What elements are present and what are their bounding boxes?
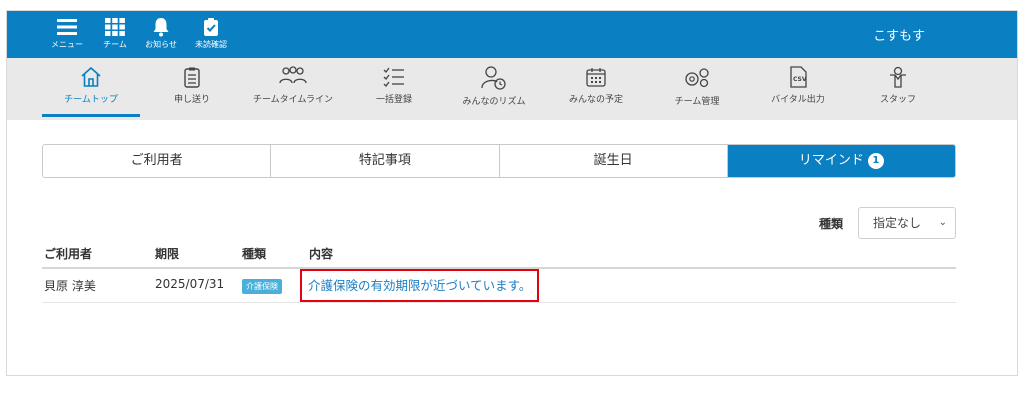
notice-button[interactable]: お知らせ bbox=[137, 15, 185, 55]
type-filter-value: 指定なし bbox=[873, 216, 922, 230]
nav-label: チーム管理 bbox=[674, 97, 720, 107]
nav-label: 申し送り bbox=[173, 95, 210, 105]
clipboard-check-icon bbox=[204, 18, 218, 36]
user-name[interactable]: こすもす bbox=[873, 25, 925, 44]
unread-button[interactable]: 未読確認 bbox=[187, 15, 235, 55]
table-header: ご利用者 期限 種類 内容 bbox=[42, 243, 956, 269]
menu-icon bbox=[57, 19, 77, 35]
nav-bulk-register[interactable]: 一括登録 bbox=[345, 58, 443, 120]
nav-team-top[interactable]: チームトップ bbox=[42, 58, 140, 120]
top-bar: メニュー チーム お知らせ 未読確認 こすもす bbox=[7, 11, 1017, 58]
clipboard-list-icon bbox=[184, 67, 200, 88]
row-user-name: 貝原 淳美 bbox=[44, 279, 96, 293]
nav-label: みんなの予定 bbox=[568, 95, 623, 105]
notice-label: お知らせ bbox=[145, 40, 177, 49]
tab-birthday[interactable]: 誕生日 bbox=[499, 145, 728, 177]
checklist-icon bbox=[383, 67, 404, 87]
column-header-deadline: 期限 bbox=[155, 247, 180, 261]
svg-text:CSV: CSV bbox=[793, 76, 807, 83]
tab-label: ご利用者 bbox=[130, 153, 183, 168]
nav-label: スタッフ bbox=[879, 95, 916, 105]
nav-everyone-schedule[interactable]: みんなの予定 bbox=[547, 58, 645, 120]
home-icon bbox=[81, 66, 101, 87]
reminder-count-badge: 1 bbox=[867, 153, 884, 169]
nav-label: 一括登録 bbox=[375, 95, 412, 105]
column-header-type: 種類 bbox=[242, 247, 267, 261]
nav-bar: チームトップ 申し送り チームタイムライン 一括登録 みんなのリズム みんなの予… bbox=[7, 58, 1017, 120]
person-clock-icon bbox=[481, 66, 506, 90]
menu-button[interactable]: メニュー bbox=[43, 15, 91, 55]
bell-icon bbox=[153, 18, 169, 37]
unread-label: 未読確認 bbox=[195, 40, 227, 49]
staff-icon bbox=[890, 66, 906, 88]
type-badge: 介護保険 bbox=[242, 279, 282, 294]
type-filter-label: 種類 bbox=[819, 217, 844, 231]
people-icon bbox=[279, 66, 307, 84]
nav-label: チームトップ bbox=[64, 95, 118, 105]
tab-label: 誕生日 bbox=[593, 153, 633, 168]
reminder-content-link[interactable]: 介護保険の有効期限が近づいています。 bbox=[300, 269, 540, 302]
column-header-user: ご利用者 bbox=[44, 247, 93, 261]
nav-everyone-rhythm[interactable]: みんなのリズム bbox=[445, 58, 543, 120]
tab-label: 特記事項 bbox=[358, 153, 411, 168]
row-deadline: 2025/07/31 bbox=[155, 277, 225, 291]
grid-icon bbox=[105, 18, 125, 36]
tab-users[interactable]: ご利用者 bbox=[43, 145, 272, 177]
content-tabs: ご利用者 特記事項 誕生日 リマインド 1 bbox=[42, 144, 956, 178]
calendar-icon bbox=[586, 68, 606, 87]
chevron-down-icon: ⌄ bbox=[938, 217, 947, 228]
reminder-table: ご利用者 期限 種類 内容 貝原 淳美 2025/07/31 介護保険 介護保険… bbox=[42, 243, 956, 303]
menu-label: メニュー bbox=[51, 40, 83, 49]
nav-label: みんなのリズム bbox=[462, 97, 526, 107]
tab-reminder[interactable]: リマインド 1 bbox=[727, 145, 955, 177]
nav-team-management[interactable]: チーム管理 bbox=[648, 58, 746, 120]
tab-label: リマインド bbox=[798, 153, 864, 168]
nav-handover[interactable]: 申し送り bbox=[143, 58, 241, 120]
type-filter-select[interactable]: 指定なし ⌄ bbox=[858, 207, 956, 239]
nav-label: チームタイムライン bbox=[252, 95, 334, 105]
nav-vital-export[interactable]: CSV バイタル出力 bbox=[749, 58, 847, 120]
nav-staff[interactable]: スタッフ bbox=[849, 58, 947, 120]
column-header-content: 内容 bbox=[309, 247, 334, 261]
team-button[interactable]: チーム bbox=[91, 15, 139, 55]
nav-label: バイタル出力 bbox=[771, 95, 825, 105]
nav-team-timeline[interactable]: チームタイムライン bbox=[244, 58, 342, 120]
tab-special-notes[interactable]: 特記事項 bbox=[271, 145, 500, 177]
team-label: チーム bbox=[103, 40, 127, 49]
app-frame: メニュー チーム お知らせ 未読確認 こすもす チームトップ 申し送り チームタ… bbox=[6, 10, 1018, 376]
gears-icon bbox=[685, 68, 709, 88]
csv-file-icon: CSV bbox=[790, 66, 807, 88]
table-row: 貝原 淳美 2025/07/31 介護保険 介護保険の有効期限が近づいています。 bbox=[42, 269, 956, 303]
